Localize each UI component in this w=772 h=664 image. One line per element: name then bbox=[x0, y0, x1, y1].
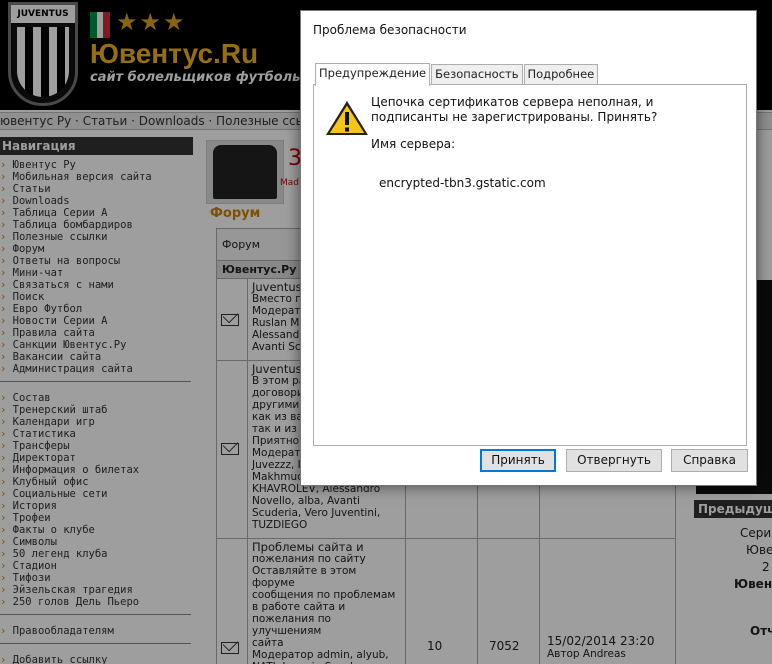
warning-message: Цепочка сертификатов сервера неполная, и… bbox=[371, 95, 658, 124]
server-name-value: encrypted-tbn3.gstatic.com bbox=[379, 176, 546, 190]
accept-button[interactable]: Принять bbox=[480, 449, 556, 472]
tab-security[interactable]: Безопасность bbox=[431, 64, 523, 85]
reject-button[interactable]: Отвергнуть bbox=[566, 449, 662, 472]
server-name-label: Имя сервера: bbox=[371, 137, 456, 151]
dialog-tabs: Предупреждение Безопасность Подробнее bbox=[315, 63, 599, 86]
security-dialog: Проблема безопасности Предупреждение Без… bbox=[300, 10, 757, 486]
tab-details[interactable]: Подробнее bbox=[523, 64, 599, 85]
warning-icon bbox=[326, 101, 368, 135]
help-button[interactable]: Справка bbox=[671, 449, 748, 472]
warning-panel: Цепочка сертификатов сервера неполная, и… bbox=[313, 84, 747, 446]
dialog-title: Проблема безопасности bbox=[313, 23, 467, 37]
tab-warning[interactable]: Предупреждение bbox=[315, 63, 431, 86]
